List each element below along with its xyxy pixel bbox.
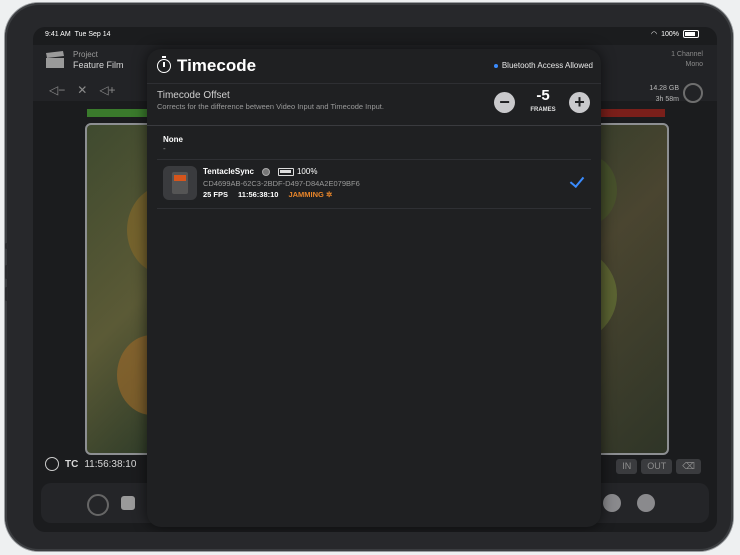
decrease-offset-button[interactable]: − — [494, 92, 515, 113]
circles-icon[interactable] — [87, 494, 109, 516]
modal-title: Timecode — [177, 56, 257, 75]
timecode-display[interactable]: TC 11:56:38:10 — [45, 457, 136, 471]
status-right: ◠ 100% — [651, 30, 699, 38]
delete-icon[interactable]: ⌫ — [676, 459, 701, 474]
battery-percent: 100% — [661, 30, 679, 38]
divider — [157, 208, 591, 209]
timecode-modal: Timecode Bluetooth Access Allowed Timeco… — [147, 49, 601, 527]
clapperboard-icon — [46, 51, 64, 68]
stopwatch-icon — [45, 457, 59, 471]
side-button — [5, 243, 8, 249]
project-info[interactable]: Project Feature Film — [73, 50, 124, 70]
battery-icon — [277, 167, 294, 176]
stopwatch-icon — [157, 56, 171, 73]
in-button[interactable]: IN — [616, 459, 638, 474]
side-button — [5, 265, 8, 279]
device-name: TentacleSync — [203, 167, 254, 176]
network-icon[interactable] — [121, 496, 135, 510]
offset-title: Timecode Offset — [157, 90, 230, 101]
timecode-source-none[interactable]: None - — [163, 135, 183, 153]
out-button[interactable]: OUT — [641, 459, 673, 474]
status-bar: 9:41 AM Tue Sep 14 ◠ 100% — [33, 27, 717, 45]
none-label: None — [163, 135, 183, 144]
device-fps: 25 FPS — [203, 190, 229, 199]
gear-icon[interactable] — [683, 83, 703, 103]
status-time: 9:41 AM Tue Sep 14 — [45, 31, 111, 38]
timecode-source-tentaclesync[interactable]: TentacleSync 100% CD4699AB-62C3-2BDF-D49… — [157, 160, 585, 208]
mute-icon[interactable]: ✕ — [77, 83, 87, 97]
side-button — [5, 287, 8, 301]
none-sublabel: - — [163, 144, 166, 153]
volume-down-icon[interactable]: ◁− — [49, 83, 65, 97]
ipad-frame: 9:41 AM Tue Sep 14 ◠ 100% Project Featur… — [5, 3, 733, 551]
offset-value: -5 — [536, 87, 550, 104]
spinner-icon: ✲ — [325, 190, 333, 199]
offset-subtitle: Corrects for the difference between Vide… — [157, 102, 384, 111]
list-icon[interactable] — [637, 494, 655, 512]
channel-info[interactable]: 1 Channel Mono — [671, 50, 703, 70]
bluetooth-status: Bluetooth Access Allowed — [493, 61, 593, 70]
device-name-row: TentacleSync 100% — [203, 167, 317, 176]
volume-up-icon[interactable]: ◁+ — [99, 83, 115, 97]
jamming-status: JAMMING ✲ — [288, 190, 333, 199]
volume-controls: ◁− ✕ ◁+ — [49, 83, 116, 97]
device-battery: 100% — [296, 167, 318, 176]
wifi-icon: ◠ — [650, 31, 658, 38]
in-out-controls: IN OUT ⌫ — [616, 459, 701, 474]
record-icon — [261, 167, 270, 176]
offset-unit: FRAMES — [530, 107, 556, 113]
device-info: 25 FPS 11:56:38:10 JAMMING ✲ — [203, 190, 332, 199]
device-id: CD4699AB-62C3-2BDF-D497-D84A2E079BF6 — [203, 179, 360, 188]
status-dot-icon — [493, 63, 498, 68]
storage-info: 14.28 GB 3h 58m — [649, 85, 679, 103]
battery-icon — [683, 30, 699, 38]
timecode-offset-section: Timecode Offset Corrects for the differe… — [147, 83, 601, 126]
tentacle-device-icon — [163, 166, 197, 200]
sync-icon[interactable] — [603, 494, 621, 512]
checkmark-icon — [569, 172, 585, 189]
increase-offset-button[interactable]: + — [569, 92, 590, 113]
device-timecode: 11:56:38:10 — [238, 190, 279, 199]
screen: 9:41 AM Tue Sep 14 ◠ 100% Project Featur… — [33, 27, 717, 532]
modal-header: Timecode Bluetooth Access Allowed — [147, 49, 601, 84]
